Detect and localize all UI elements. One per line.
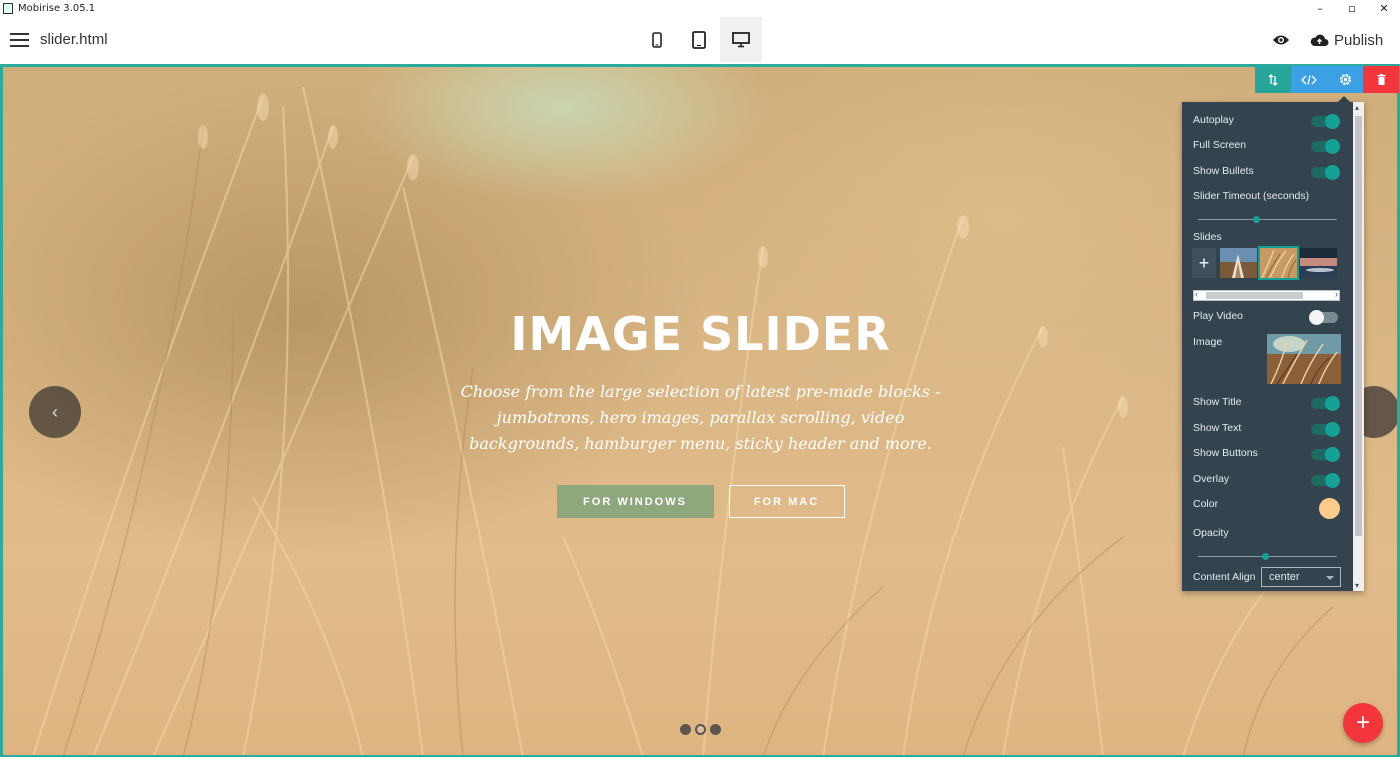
slides-scroll-thumb[interactable] xyxy=(1206,292,1303,299)
scroll-left-icon[interactable]: ‹ xyxy=(1195,289,1198,299)
slider-timeout-label: Slider Timeout (seconds) xyxy=(1193,190,1310,202)
move-icon xyxy=(1268,73,1278,86)
close-button[interactable]: ✕ xyxy=(1368,0,1400,17)
content-align-value: center xyxy=(1269,571,1300,583)
maximize-button[interactable]: ▫ xyxy=(1336,0,1368,17)
slide-bullet-3[interactable] xyxy=(710,724,721,735)
content-align-label: Content Align xyxy=(1193,571,1256,583)
panel-scrollbar[interactable]: ▴ ▾ xyxy=(1353,102,1364,591)
slide-thumbnail-3[interactable] xyxy=(1300,248,1337,278)
gear-icon xyxy=(1339,74,1351,85)
block-params-panel: Autoplay Full Screen Show Bullets Slider… xyxy=(1182,102,1364,591)
show-bullets-toggle[interactable] xyxy=(1311,165,1340,180)
desktop-icon xyxy=(732,31,750,47)
image-label: Image xyxy=(1193,336,1223,348)
opacity-label: Opacity xyxy=(1193,527,1229,539)
full-screen-label: Full Screen xyxy=(1193,139,1247,151)
block-toolbar xyxy=(1255,66,1399,93)
block-settings-button[interactable] xyxy=(1327,66,1363,93)
page-file-name: slider.html xyxy=(40,31,108,48)
show-title-label: Show Title xyxy=(1193,396,1242,408)
slide-thumbnail-2[interactable] xyxy=(1258,246,1299,280)
slider-timeout-thumb[interactable] xyxy=(1253,216,1261,223)
window-controls: – ▫ ✕ xyxy=(1304,0,1400,17)
overlay-label: Overlay xyxy=(1193,473,1230,485)
slide-bullet-1[interactable] xyxy=(680,724,691,735)
full-screen-toggle[interactable] xyxy=(1311,139,1340,154)
slider-timeout-slider[interactable] xyxy=(1198,216,1337,223)
add-slide-button[interactable]: + xyxy=(1192,248,1216,278)
slide-thumbnail-1[interactable] xyxy=(1220,248,1257,278)
slide-bullets xyxy=(680,724,721,735)
chevron-down-icon xyxy=(1326,576,1334,580)
overlay-toggle[interactable] xyxy=(1311,473,1340,488)
show-bullets-label: Show Bullets xyxy=(1193,165,1254,177)
window-title: Mobirise 3.05.1 xyxy=(18,3,96,14)
scroll-up-icon[interactable]: ▴ xyxy=(1355,103,1359,112)
play-video-label: Play Video xyxy=(1193,310,1244,322)
autoplay-label: Autoplay xyxy=(1193,114,1234,126)
add-block-button[interactable]: + xyxy=(1343,703,1383,743)
scroll-right-icon[interactable]: › xyxy=(1335,289,1338,299)
desktop-view-button[interactable] xyxy=(720,17,762,62)
content-align-select[interactable]: center xyxy=(1261,567,1341,587)
hamburger-icon[interactable] xyxy=(10,33,29,48)
show-buttons-label: Show Buttons xyxy=(1193,447,1258,459)
slides-scrollbar[interactable]: ‹ › xyxy=(1193,289,1340,301)
trash-icon xyxy=(1377,74,1385,85)
code-icon xyxy=(1301,74,1317,85)
slide-bullet-2[interactable] xyxy=(695,724,706,735)
autoplay-toggle[interactable] xyxy=(1311,114,1340,129)
image-picker[interactable] xyxy=(1267,334,1341,384)
publish-button[interactable]: Publish xyxy=(1310,29,1383,51)
tablet-view-button[interactable] xyxy=(678,17,720,62)
color-label: Color xyxy=(1193,498,1219,510)
show-buttons-toggle[interactable] xyxy=(1311,447,1340,462)
overlay-color-picker[interactable] xyxy=(1319,498,1340,519)
show-text-toggle[interactable] xyxy=(1311,422,1340,437)
device-switcher xyxy=(636,17,762,64)
opacity-slider[interactable] xyxy=(1198,553,1337,560)
move-block-button[interactable] xyxy=(1255,66,1291,93)
prev-slide-button[interactable]: ‹ xyxy=(29,386,81,438)
play-video-toggle[interactable] xyxy=(1309,310,1338,325)
phone-icon xyxy=(652,31,662,48)
tablet-icon xyxy=(692,30,706,49)
app-header: slider.html Publish xyxy=(0,17,1400,64)
opacity-thumb[interactable] xyxy=(1261,553,1269,560)
app-icon xyxy=(3,3,13,14)
show-text-label: Show Text xyxy=(1193,422,1242,434)
publish-label: Publish xyxy=(1334,31,1384,49)
edit-code-button[interactable] xyxy=(1291,66,1327,93)
eye-icon xyxy=(1273,35,1289,45)
show-title-toggle[interactable] xyxy=(1311,396,1340,411)
delete-block-button[interactable] xyxy=(1363,66,1399,93)
for-windows-button[interactable]: FOR WINDOWS xyxy=(556,485,714,518)
for-mac-button[interactable]: FOR MAC xyxy=(728,485,845,518)
minimize-button[interactable]: – xyxy=(1304,0,1336,17)
scroll-down-icon[interactable]: ▾ xyxy=(1355,581,1359,590)
panel-scroll-thumb[interactable] xyxy=(1355,116,1362,536)
phone-view-button[interactable] xyxy=(636,17,678,62)
window-titlebar: Mobirise 3.05.1 – ▫ ✕ xyxy=(0,0,1400,17)
slides-label: Slides xyxy=(1193,231,1222,243)
slide-text[interactable]: Choose from the large selection of lates… xyxy=(441,379,961,457)
cloud-upload-icon xyxy=(1310,34,1329,46)
preview-button[interactable] xyxy=(1270,29,1292,51)
